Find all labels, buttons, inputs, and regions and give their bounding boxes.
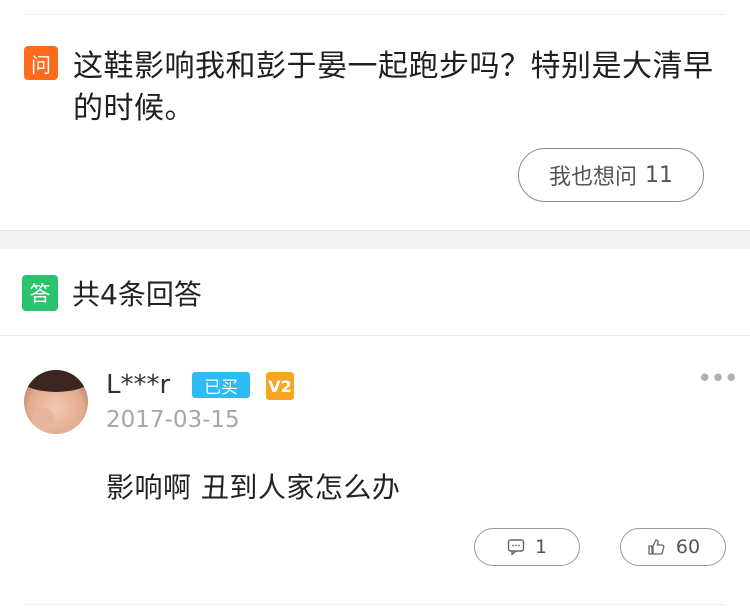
comment-count: 1 xyxy=(534,536,548,558)
question-badge: 问 xyxy=(24,46,58,80)
want-to-ask-label: 我也想问 xyxy=(548,165,637,190)
answers-header: 答 共4条回答 xyxy=(22,273,202,313)
thumb-up-icon xyxy=(648,539,665,555)
answer-text: 影响啊 丑到人家怎么办 xyxy=(106,471,401,504)
bottom-divider xyxy=(24,604,726,605)
answers-divider xyxy=(0,335,750,336)
question-text: 这鞋影响我和彭于晏一起跑步吗？特别是大清早的时候。 xyxy=(73,49,714,126)
comment-icon xyxy=(507,539,525,556)
like-button[interactable]: 60 xyxy=(620,528,726,566)
comment-button[interactable]: 1 xyxy=(474,528,580,566)
question-block: 问 这鞋影响我和彭于晏一起跑步吗？特别是大清早的时候。 xyxy=(24,46,724,130)
want-to-ask-count: 11 xyxy=(645,162,673,188)
like-count: 60 xyxy=(675,536,701,558)
more-dots-icon[interactable]: ••• xyxy=(697,366,739,394)
bought-badge: 已买 xyxy=(192,372,250,398)
level-badge: V2 xyxy=(266,372,294,400)
top-divider xyxy=(24,14,726,15)
answer-badge: 答 xyxy=(22,275,58,311)
want-to-ask-button[interactable]: 我也想问 11 xyxy=(518,148,704,202)
answers-count-title: 共4条回答 xyxy=(72,278,202,311)
avatar[interactable] xyxy=(24,370,88,434)
answer-date: 2017-03-15 xyxy=(106,407,240,433)
section-separator xyxy=(0,230,750,249)
user-name[interactable]: L***r xyxy=(106,370,170,400)
